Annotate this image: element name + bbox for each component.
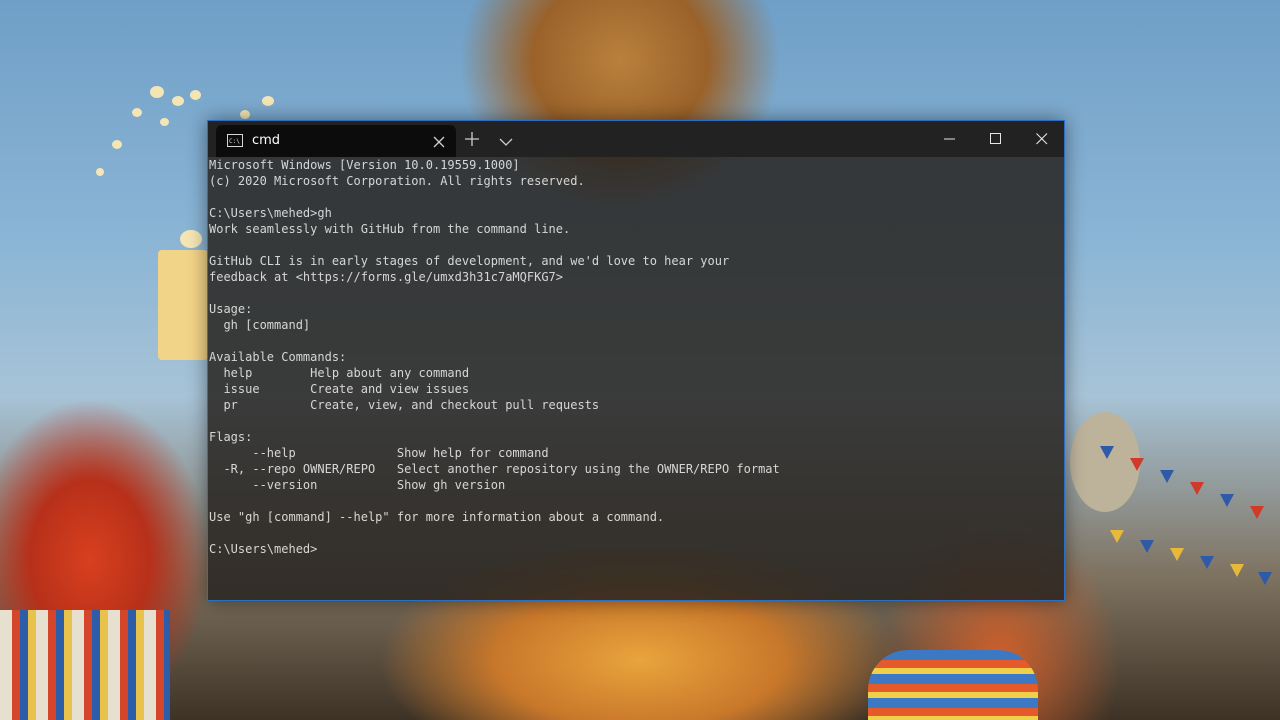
terminal-window[interactable]: C:\ cmd Microsoft Windows [Version 10.0.…	[207, 120, 1065, 601]
console-line: issue Create and view issues	[209, 382, 470, 396]
plus-icon	[465, 132, 479, 146]
console-line: GitHub CLI is in early stages of develop…	[209, 254, 730, 268]
console-line: C:\Users\mehed>gh	[209, 206, 332, 220]
console-line: (c) 2020 Microsoft Corporation. All righ…	[209, 174, 585, 188]
console-line: Use "gh [command] --help" for more infor…	[209, 510, 665, 524]
console-line: --help Show help for command	[209, 446, 549, 460]
new-tab-dropdown-button[interactable]	[498, 133, 514, 146]
tab-cmd[interactable]: C:\ cmd	[216, 125, 456, 157]
console-line: Work seamlessly with GitHub from the com…	[209, 222, 571, 236]
close-window-button[interactable]	[1019, 121, 1065, 157]
console-line: Flags:	[209, 430, 253, 444]
minimize-icon	[944, 138, 955, 140]
tab-title: cmd	[252, 133, 281, 148]
console-line: Available Commands:	[209, 350, 347, 364]
console-line: Microsoft Windows [Version 10.0.19559.10…	[209, 158, 520, 172]
console-line: -R, --repo OWNER/REPO Select another rep…	[209, 462, 780, 476]
maximize-button[interactable]	[973, 121, 1019, 157]
close-tab-button[interactable]	[432, 134, 446, 148]
minimize-button[interactable]	[927, 121, 973, 157]
console-line: gh [command]	[209, 318, 311, 332]
desktop-wallpaper: C:\ cmd Microsoft Windows [Version 10.0.…	[0, 0, 1280, 720]
console-line: --version Show gh version	[209, 478, 506, 492]
console-line: pr Create, view, and checkout pull reque…	[209, 398, 600, 412]
maximize-icon	[990, 133, 1001, 144]
chevron-down-icon	[499, 138, 513, 146]
command-prompt-line[interactable]: C:\Users\mehed>	[209, 541, 317, 557]
console-line: feedback at <https://forms.gle/umxd3h31c…	[209, 270, 564, 284]
svg-text:C:\: C:\	[229, 138, 240, 145]
new-tab-button[interactable]	[464, 131, 480, 147]
title-bar[interactable]: C:\ cmd	[208, 121, 1064, 157]
console-line: help Help about any command	[209, 366, 470, 380]
close-icon	[433, 136, 445, 148]
cmd-prompt-icon: C:\	[227, 134, 243, 147]
close-icon	[1036, 133, 1048, 145]
console-line: Usage:	[209, 302, 253, 316]
console-output[interactable]: Microsoft Windows [Version 10.0.19559.10…	[208, 157, 1064, 600]
